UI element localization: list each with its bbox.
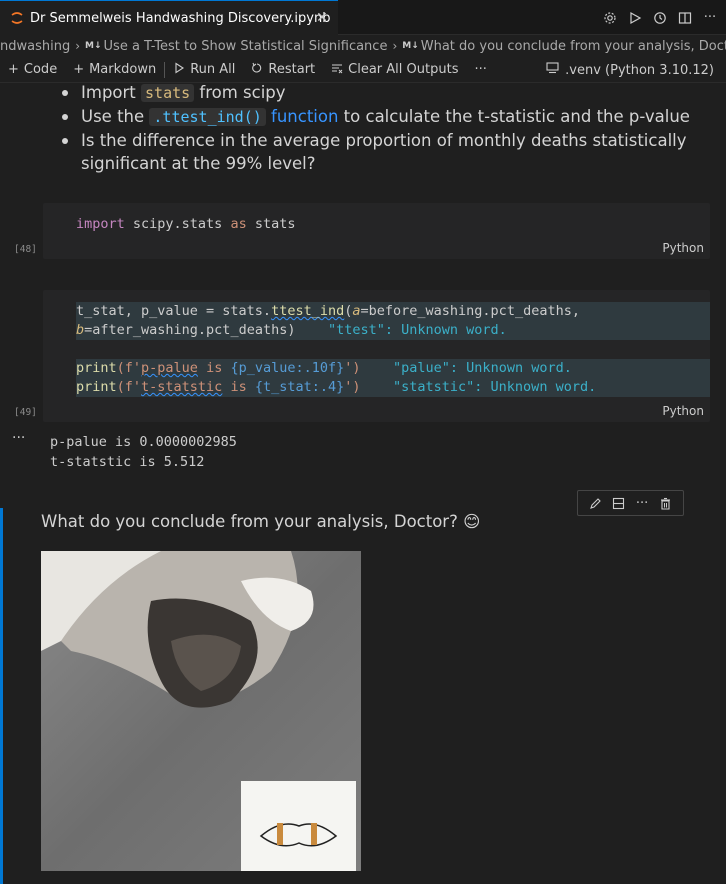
markdown-icon: M↓ bbox=[85, 41, 102, 51]
handwashing-animation-image bbox=[41, 551, 361, 871]
notebook-toolbar: + Code + Markdown Run All Restart Clear Al… bbox=[0, 57, 726, 83]
output-more-icon[interactable]: ··· bbox=[12, 430, 25, 446]
gear-icon[interactable] bbox=[602, 10, 618, 26]
code-cell[interactable]: import scipy.stats as stats bbox=[43, 203, 710, 259]
history-icon[interactable] bbox=[652, 10, 668, 26]
inline-code: stats bbox=[141, 84, 195, 102]
trash-icon[interactable] bbox=[657, 495, 673, 511]
inline-code-link[interactable]: .ttest_ind() bbox=[149, 108, 266, 126]
cell-language[interactable]: Python bbox=[662, 404, 704, 418]
cell-toolbar: ··· bbox=[577, 490, 684, 516]
cell-language[interactable]: Python bbox=[662, 241, 704, 255]
breadcrumb-item[interactable]: ndwashing bbox=[0, 39, 70, 54]
run-all-icon bbox=[173, 61, 185, 78]
spell-check-hint: "statstic": Unknown word. bbox=[393, 379, 597, 395]
jupyter-icon bbox=[10, 11, 24, 25]
plus-icon: + bbox=[8, 62, 19, 77]
toolbar-divider bbox=[164, 61, 166, 78]
restart-icon bbox=[251, 62, 263, 78]
spell-check-hint: "palue": Unknown word. bbox=[393, 360, 572, 376]
breadcrumb-item[interactable]: M↓ Use a T-Test to Show Statistical Signi… bbox=[85, 39, 387, 54]
toolbar-more-button[interactable]: ··· bbox=[474, 62, 486, 77]
plus-icon: + bbox=[73, 62, 85, 77]
markdown-icon: M↓ bbox=[402, 41, 419, 51]
markdown-list: Import stats from scipy Use the .ttest_i… bbox=[62, 84, 702, 175]
notebook-tab[interactable]: Dr Semmelweis Handwashing Discovery.ipyn… bbox=[0, 0, 338, 35]
code-cell[interactable]: t_stat, p_value = stats.ttest_ind(a=befo… bbox=[43, 290, 710, 422]
execution-count: [48] bbox=[14, 244, 37, 255]
more-icon[interactable]: ··· bbox=[634, 495, 650, 511]
markdown-heading: What do you conclude from your analysis,… bbox=[41, 512, 481, 531]
tab-title: Dr Semmelweis Handwashing Discovery.ipyn… bbox=[30, 10, 331, 26]
add-markdown-cell-button[interactable]: + Markdown bbox=[73, 62, 156, 77]
spell-check-hint: "ttest": Unknown word. bbox=[327, 322, 507, 338]
notebook-content: Import stats from scipy Use the .ttest_i… bbox=[0, 84, 726, 884]
close-icon[interactable]: ✕ bbox=[314, 10, 330, 26]
chevron-right-icon: › bbox=[392, 39, 398, 53]
cell-output: p-palue is 0.0000002985 t-statstic is 5.… bbox=[50, 434, 237, 470]
cell-focus-indicator bbox=[0, 508, 3, 884]
split-editor-icon[interactable] bbox=[677, 10, 693, 26]
list-item: Import stats from scipy bbox=[62, 84, 702, 105]
function-link[interactable]: function bbox=[266, 107, 338, 126]
breadcrumb-item[interactable]: M↓ What do you conclude from your analysi… bbox=[402, 39, 726, 54]
kernel-icon bbox=[546, 62, 559, 78]
more-icon[interactable]: ··· bbox=[702, 10, 718, 26]
edit-icon[interactable] bbox=[588, 495, 604, 511]
restart-button[interactable]: Restart bbox=[251, 62, 315, 78]
execution-count: [49] bbox=[14, 407, 37, 418]
breadcrumb: ndwashing › M↓ Use a T-Test to Show Stati… bbox=[0, 35, 726, 57]
chevron-right-icon: › bbox=[75, 39, 81, 53]
run-all-button[interactable]: Run All bbox=[173, 61, 235, 78]
editor-tab-bar: Dr Semmelweis Handwashing Discovery.ipyn… bbox=[0, 0, 726, 35]
clear-all-outputs-button[interactable]: Clear All Outputs bbox=[331, 62, 458, 78]
code-editor[interactable]: t_stat, p_value = stats.ttest_ind(a=befo… bbox=[76, 302, 596, 397]
add-code-cell-button[interactable]: + Code bbox=[8, 62, 57, 77]
list-item: Use the .ttest_ind() function to calcula… bbox=[62, 105, 702, 129]
kernel-picker[interactable]: .venv (Python 3.10.12) bbox=[546, 57, 714, 83]
run-icon[interactable] bbox=[627, 10, 643, 26]
clear-all-icon bbox=[331, 62, 343, 78]
code-editor[interactable]: import scipy.stats as stats bbox=[76, 215, 296, 234]
list-item: Is the difference in the average proport… bbox=[62, 129, 702, 175]
split-cell-icon[interactable] bbox=[611, 495, 627, 511]
